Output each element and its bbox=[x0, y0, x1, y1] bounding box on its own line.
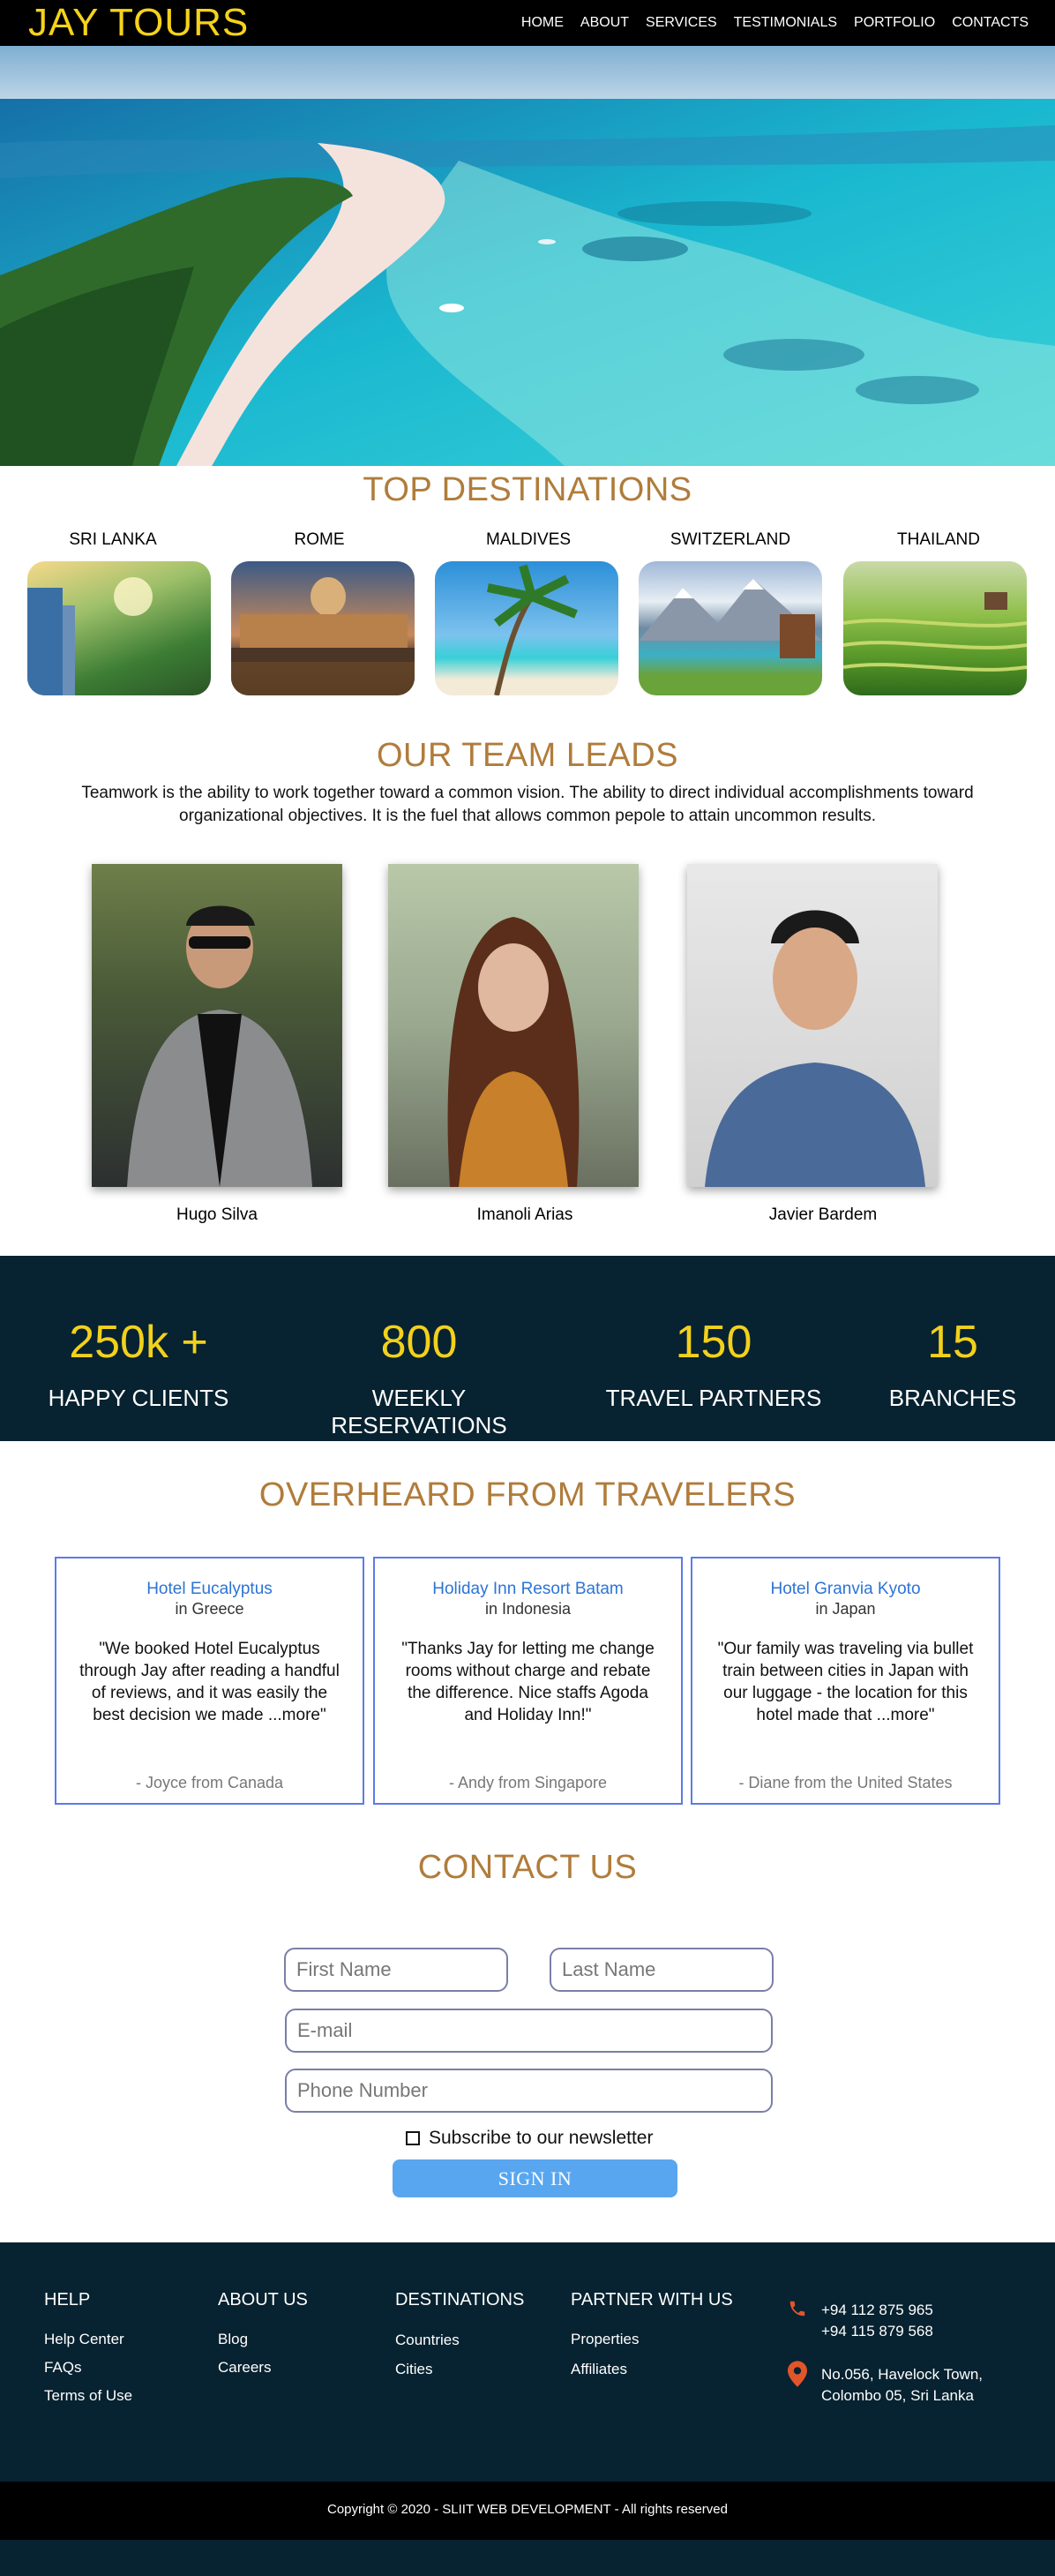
main-menu: HOME ABOUT SERVICES TESTIMONIALS PORTFOL… bbox=[521, 15, 1029, 31]
team-name-javier-bardem: Javier Bardem bbox=[768, 1205, 878, 1224]
destination-image-sri-lanka[interactable] bbox=[27, 561, 211, 695]
location-pin-icon bbox=[788, 2361, 807, 2387]
destination-image-rome[interactable] bbox=[231, 561, 415, 695]
review-hotel-name[interactable]: Holiday Inn Resort Batam bbox=[375, 1580, 681, 1599]
destination-label-thailand: THAILAND bbox=[897, 530, 980, 549]
team-description: Teamwork is the ability to work together… bbox=[81, 784, 974, 825]
hero-beach-illustration bbox=[0, 46, 1055, 466]
footer-help-heading: HELP bbox=[44, 2290, 91, 2309]
stat-travel-partners-label: TRAVEL PARTNERS bbox=[605, 1385, 822, 1411]
destination-image-thailand[interactable] bbox=[843, 561, 1027, 695]
last-name-field[interactable] bbox=[550, 1948, 774, 1992]
footer-link-terms[interactable]: Terms of Use bbox=[44, 2387, 132, 2405]
nav-services[interactable]: SERVICES bbox=[646, 15, 717, 31]
person-silhouette-3 bbox=[705, 910, 925, 1187]
stat-happy-clients-value: 250k + bbox=[69, 1317, 208, 1368]
review-card: Hotel Eucalyptus in Greece "We booked Ho… bbox=[55, 1557, 364, 1805]
destination-label-switzerland: SWITZERLAND bbox=[670, 530, 791, 549]
team-name-hugo-silva: Hugo Silva bbox=[176, 1205, 258, 1224]
footer-link-careers[interactable]: Careers bbox=[218, 2359, 271, 2377]
reviews-title: OVERHEARD FROM TRAVELERS bbox=[258, 1476, 797, 1513]
review-quote: "Thanks Jay for letting me change rooms … bbox=[401, 1640, 655, 1724]
team-photo-imanoli-arias bbox=[388, 864, 639, 1187]
stat-weekly-reservations-value: 800 bbox=[380, 1317, 458, 1368]
email-field[interactable] bbox=[285, 2009, 773, 2053]
switzerland-scene bbox=[639, 579, 822, 658]
destination-label-rome: ROME bbox=[294, 530, 345, 549]
nav-portfolio[interactable]: PORTFOLIO bbox=[854, 15, 935, 31]
stat-happy-clients-label: HAPPY CLIENTS bbox=[48, 1385, 229, 1411]
footer-phone-1[interactable]: +94 112 875 965 bbox=[821, 2300, 933, 2321]
review-location: in Greece bbox=[175, 1600, 244, 1618]
footer-address-line-1: No.056, Havelock Town, bbox=[821, 2366, 984, 2383]
destination-image-switzerland[interactable] bbox=[639, 561, 822, 695]
person-silhouette-1 bbox=[127, 905, 312, 1187]
review-author: - Diane from the United States bbox=[738, 1774, 953, 1791]
contact-title: CONTACT US bbox=[417, 1849, 638, 1886]
review-hotel-name[interactable]: Hotel Granvia Kyoto bbox=[692, 1580, 999, 1599]
footer-link-faqs[interactable]: FAQs bbox=[44, 2359, 82, 2377]
review-author: - Andy from Singapore bbox=[448, 1774, 608, 1791]
stat-branches-label: BRANCHES bbox=[888, 1385, 1017, 1411]
phone-icon bbox=[789, 2301, 805, 2317]
review-hotel-name[interactable]: Hotel Eucalyptus bbox=[56, 1580, 363, 1599]
footer-link-blog[interactable]: Blog bbox=[218, 2331, 248, 2348]
thailand-terraces bbox=[843, 592, 1027, 672]
footer-address-line-2: Colombo 05, Sri Lanka bbox=[821, 2387, 974, 2404]
stat-travel-partners-value: 150 bbox=[675, 1317, 752, 1368]
top-navbar: JAY TOURS HOME ABOUT SERVICES TESTIMONIA… bbox=[0, 0, 1055, 46]
footer-link-help-center[interactable]: Help Center bbox=[44, 2331, 124, 2348]
nav-contacts[interactable]: CONTACTS bbox=[952, 15, 1029, 31]
newsletter-label: Subscribe to our newsletter bbox=[429, 2128, 654, 2148]
footer-link-properties[interactable]: Properties bbox=[571, 2331, 639, 2348]
footer-link-affiliates[interactable]: Affiliates bbox=[571, 2361, 627, 2378]
stat-branches-value: 15 bbox=[927, 1317, 978, 1368]
person-silhouette-2 bbox=[447, 917, 580, 1187]
team-name-imanoli-arias: Imanoli Arias bbox=[476, 1205, 573, 1224]
review-quote: "We booked Hotel Eucalyptus through Jay … bbox=[79, 1640, 340, 1724]
review-quote: "Our family was traveling via bullet tra… bbox=[717, 1640, 974, 1724]
review-author: - Joyce from Canada bbox=[135, 1774, 284, 1791]
review-location: in Indonesia bbox=[484, 1600, 572, 1618]
checkbox-icon[interactable] bbox=[406, 2131, 420, 2145]
rome-scene bbox=[231, 577, 415, 695]
nav-testimonials[interactable]: TESTIMONIALS bbox=[734, 15, 837, 31]
destination-label-sri-lanka: SRI LANKA bbox=[69, 530, 157, 549]
copyright-text: Copyright © 2020 - SLIIT WEB DEVELOPMENT… bbox=[327, 2502, 728, 2517]
footer-destinations-heading: DESTINATIONS bbox=[395, 2290, 525, 2309]
destinations-title: TOP DESTINATIONS bbox=[363, 471, 692, 508]
footer-about-heading: ABOUT US bbox=[218, 2290, 308, 2309]
brand-logo[interactable]: JAY TOURS bbox=[28, 2, 249, 44]
sign-in-button[interactable]: SIGN IN bbox=[393, 2159, 677, 2197]
footer-link-countries[interactable]: Countries bbox=[395, 2332, 460, 2349]
hero-image bbox=[0, 46, 1055, 466]
first-name-field[interactable] bbox=[284, 1948, 508, 1992]
newsletter-row: Subscribe to our newsletter bbox=[406, 2128, 653, 2149]
destination-label-maldives: MALDIVES bbox=[485, 530, 572, 549]
stat-weekly-reservations-label: WEEKLY RESERVATIONS bbox=[331, 1385, 507, 1438]
team-photo-hugo-silva bbox=[92, 864, 342, 1187]
destination-image-maldives[interactable] bbox=[435, 561, 618, 695]
team-photo-javier-bardem bbox=[687, 864, 938, 1187]
review-location: in Japan bbox=[815, 1600, 876, 1618]
maldives-scene bbox=[487, 564, 578, 695]
nav-home[interactable]: HOME bbox=[521, 15, 564, 31]
footer-partner-heading: PARTNER WITH US bbox=[571, 2290, 733, 2309]
team-title: OUR TEAM LEADS bbox=[376, 737, 679, 774]
nav-about[interactable]: ABOUT bbox=[580, 15, 629, 31]
review-card: Hotel Granvia Kyoto in Japan "Our family… bbox=[691, 1557, 1000, 1805]
sri-lanka-scene bbox=[27, 577, 153, 695]
review-card: Holiday Inn Resort Batam in Indonesia "T… bbox=[373, 1557, 683, 1805]
footer-link-cities[interactable]: Cities bbox=[395, 2361, 433, 2378]
footer-phone-2[interactable]: +94 115 879 568 bbox=[821, 2321, 933, 2342]
phone-number-field[interactable] bbox=[285, 2069, 773, 2113]
